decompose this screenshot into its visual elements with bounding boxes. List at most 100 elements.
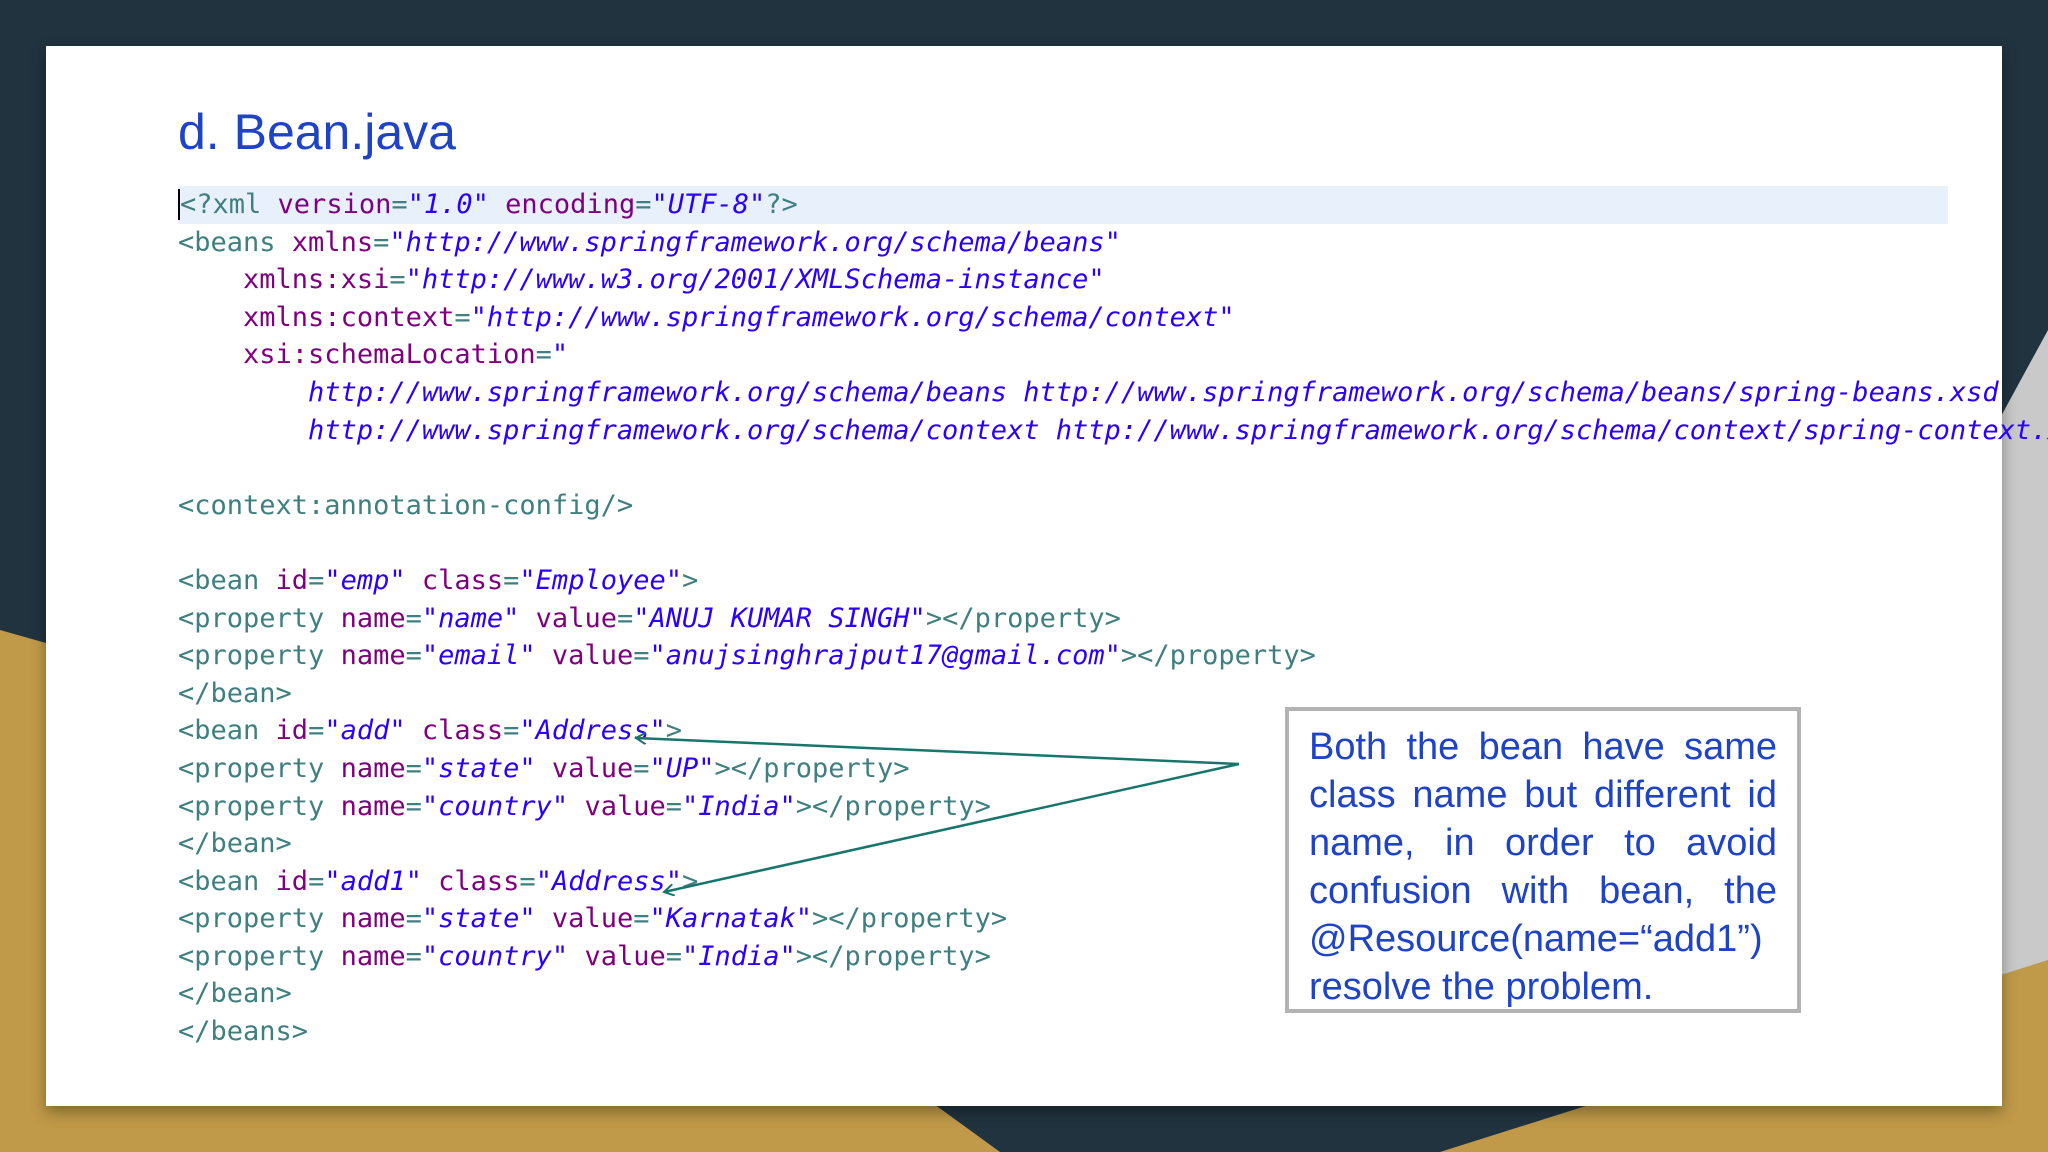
code-token: = (665, 940, 682, 972)
code-token: <context:annotation-config/> (178, 489, 634, 521)
code-line: <?xml version="1.0" encoding="UTF-8"?> (178, 186, 1948, 224)
code-token: value (535, 602, 617, 634)
code-token: value (584, 940, 666, 972)
code-token: "add1" (324, 865, 422, 897)
code-token: </beans> (178, 1016, 309, 1048)
code-token: "Employee" (519, 564, 682, 596)
code-token: ?> (765, 189, 798, 220)
code-token: > (681, 564, 699, 596)
code-token: ></property> (795, 940, 991, 972)
code-token: encoding (505, 189, 636, 220)
code-token: name (340, 602, 406, 634)
code-token: = (535, 339, 552, 371)
code-token: </bean> (178, 677, 292, 709)
code-token: version (277, 189, 392, 220)
code-token: name (340, 903, 406, 935)
code-token: "anujsinghrajput17@gmail.com" (649, 640, 1121, 672)
code-token: "http://www.springframework.org/schema/b… (389, 226, 1121, 258)
code-token: "Address" (519, 715, 666, 747)
code-token: "name" (421, 602, 520, 634)
code-token: class (421, 715, 504, 747)
code-token: <beans (178, 226, 292, 258)
code-token: = (405, 903, 422, 935)
code-token: ></property> (925, 602, 1121, 634)
code-token: = (616, 602, 634, 634)
code-token: <property (178, 752, 341, 784)
code-token: <bean (178, 715, 276, 747)
code-token: = (373, 226, 390, 258)
code-token: "add" (324, 715, 406, 747)
code-token: value (551, 752, 634, 784)
code-token: = (405, 790, 422, 822)
slide: d. Bean.java <?xml version="1.0" encodin… (46, 46, 2048, 1106)
code-token: id (275, 715, 309, 747)
code-line: <property name="email" value="anujsinghr… (178, 637, 1948, 675)
code-token: = (389, 264, 406, 296)
code-token: <bean (178, 865, 276, 897)
code-line: <beans xmlns="http://www.springframework… (178, 224, 1948, 262)
code-token: <property (178, 940, 341, 972)
code-token: ></property> (795, 790, 991, 822)
code-line: xmlns:context="http://www.springframewor… (178, 299, 1948, 337)
code-token: <property (178, 903, 341, 935)
code-token: > (682, 865, 699, 897)
code-line: <context:annotation-config/> (178, 487, 1948, 525)
code-token: <property (178, 790, 341, 822)
code-token: "Address" (535, 865, 682, 897)
code-token: ></property> (1120, 640, 1316, 672)
code-token: "India" (681, 940, 796, 972)
code-token: = (519, 865, 536, 897)
code-line: xsi:schemaLocation=" (178, 336, 1948, 374)
code-token: <bean (178, 564, 276, 596)
code-token: = (308, 865, 325, 897)
code-token: "email" (421, 640, 536, 672)
code-token: = (633, 752, 650, 784)
code-token: "http://www.springframework.org/schema/c… (470, 301, 1235, 333)
code-line: <bean id="emp" class="Employee"> (178, 562, 1948, 600)
code-token: "country" (421, 940, 569, 972)
code-token: xmlns:xsi (243, 264, 390, 296)
code-token: name (340, 940, 406, 972)
code-token: value (584, 790, 666, 822)
code-token: <property (178, 640, 341, 672)
code-token: </bean> (178, 828, 292, 860)
code-token: = (308, 715, 325, 747)
callout-text: Both the bean have same class name but d… (1309, 726, 1777, 1008)
code-token: = (665, 790, 682, 822)
code-token: name (340, 640, 406, 672)
code-token: ></property> (714, 752, 910, 784)
code-token: xsi:schemaLocation (243, 339, 536, 371)
code-line: </beans> (178, 1013, 1948, 1051)
code-token: "ANUJ KUMAR SINGH" (633, 602, 926, 634)
code-token: id (275, 865, 309, 897)
callout-box: Both the bean have same class name but d… (1285, 707, 1801, 1013)
code-token: = (503, 715, 520, 747)
code-token: xmlns (291, 226, 374, 258)
code-token: = (633, 640, 650, 672)
code-token: = (391, 189, 408, 220)
code-token: "UTF-8" (651, 189, 766, 220)
code-token: "state" (421, 903, 536, 935)
code-token: value (551, 640, 634, 672)
code-token: http://www.springframework.org/schema/co… (308, 414, 2048, 446)
code-token: class (421, 564, 504, 596)
code-token: "India" (681, 790, 796, 822)
code-token: class (438, 865, 520, 897)
code-token: <?xml (180, 189, 278, 220)
code-line: xmlns:xsi="http://www.w3.org/2001/XMLSch… (178, 261, 1948, 299)
code-token: <property (178, 602, 341, 634)
code-token: http://www.springframework.org/schema/be… (308, 376, 1999, 408)
